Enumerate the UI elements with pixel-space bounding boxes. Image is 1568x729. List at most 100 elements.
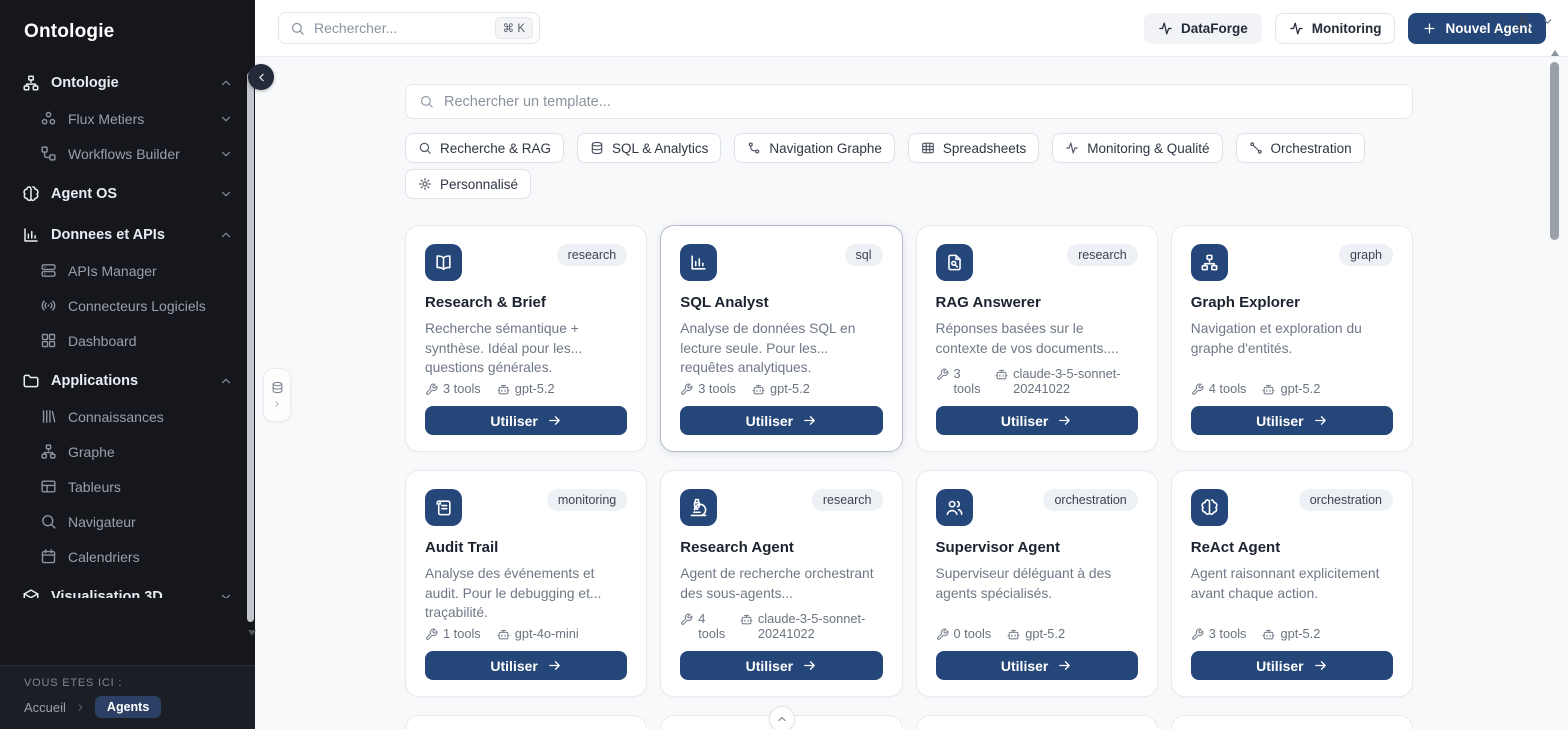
app-brand: Ontologie (24, 21, 115, 42)
model-name: gpt-4o-mini (514, 626, 579, 641)
filter-chip[interactable]: Monitoring & Qualité (1052, 133, 1223, 163)
filter-chip[interactable]: Navigation Graphe (734, 133, 895, 163)
data-drawer-toggle[interactable] (263, 368, 291, 422)
sidebar-scrollbar[interactable] (247, 72, 254, 622)
sidebar-item[interactable]: Connecteurs Logiciels (14, 288, 241, 323)
global-search-input[interactable] (314, 20, 486, 36)
arrow-right-icon (547, 658, 562, 673)
model-name: gpt-5.2 (769, 381, 810, 396)
sidebar-item[interactable]: Calendriers (14, 539, 241, 574)
wrench-icon (680, 613, 693, 626)
card-header: graph (1190, 244, 1393, 281)
sidebar-item-label: Visualisation 3D (51, 589, 163, 598)
you-are-here-label: VOUS ETES ICI : (24, 677, 123, 689)
chevron-icon (219, 590, 233, 598)
topbar-actions: DataForge Monitoring Nouvel Agent (1143, 13, 1546, 44)
sidebar-item[interactable]: Donnees et APIs (14, 217, 241, 253)
card-meta: 3 tools gpt-5.2 (680, 381, 882, 396)
use-template-button[interactable]: Utiliser (1190, 651, 1393, 680)
model-meta: claude-3-5-sonnet-20241022 (995, 366, 1138, 396)
card-title: Graph Explorer (1190, 294, 1300, 311)
card-icon-box (1190, 244, 1228, 281)
card-icon-box (680, 489, 718, 526)
filter-chip-label: SQL & Analytics (612, 140, 709, 156)
card-icon-box (425, 244, 462, 281)
filter-chip-icon (1065, 141, 1079, 155)
sidebar-item[interactable]: Workflows Builder (14, 136, 241, 171)
arrow-right-icon (547, 413, 562, 428)
card-icon-box (1190, 489, 1228, 526)
sidebar: Ontologie Ontologie Flux Metiers Workflo… (0, 0, 255, 729)
sidebar-item-label: APIs Manager (68, 262, 157, 279)
filter-chip[interactable]: Orchestration (1235, 133, 1365, 163)
filter-chip[interactable]: Personnalisé (405, 169, 532, 199)
template-card: monitoring Audit Trail Analyse des événe… (405, 470, 648, 697)
sidebar-item[interactable]: APIs Manager (14, 253, 241, 288)
card-title: SQL Analyst (680, 294, 769, 311)
sidebar-item[interactable]: Navigateur (14, 504, 241, 539)
account-menu-button[interactable] (1515, 13, 1554, 30)
filter-chip-label: Spreadsheets (942, 140, 1027, 156)
sidebar-item[interactable]: Graphe (14, 434, 241, 469)
sidebar-item-label: Dashboard (68, 332, 137, 349)
template-search-input[interactable] (444, 93, 1399, 110)
model-name: gpt-5.2 (514, 381, 555, 396)
tools-count: 4 tools (698, 611, 726, 641)
filter-chip-label: Monitoring & Qualité (1087, 140, 1210, 156)
chevron-right-icon (272, 399, 282, 409)
tools-count: 0 tools (953, 626, 992, 641)
card-title: Audit Trail (425, 539, 499, 556)
sidebar-item[interactable]: Agent OS (14, 176, 241, 212)
use-template-button[interactable]: Utiliser (425, 406, 628, 435)
card-placeholder (1170, 715, 1413, 729)
card-category-badge: research (811, 489, 883, 511)
topbar-button[interactable]: DataForge (1143, 13, 1262, 44)
sidebar-item[interactable]: Flux Metiers (14, 101, 241, 136)
card-header: research (425, 244, 628, 281)
filter-chip[interactable]: SQL & Analytics (577, 133, 722, 163)
sidebar-item[interactable]: Tableurs (14, 469, 241, 504)
main-scroll-up-arrow[interactable] (1551, 50, 1559, 56)
scroll-up-caret-button[interactable] (769, 706, 795, 729)
template-card: research Research & Brief Recherche séma… (405, 225, 648, 452)
sidebar-collapse-button[interactable] (248, 64, 274, 90)
breadcrumb-home-link[interactable]: Accueil (24, 700, 66, 715)
sidebar-item[interactable]: Visualisation 3D (14, 579, 241, 598)
card-header: orchestration (1190, 489, 1393, 526)
use-template-button[interactable]: Utiliser (935, 651, 1138, 680)
templates-panel: Recherche & RAG SQL & Analytics Navigati… (405, 84, 1413, 729)
use-template-button[interactable]: Utiliser (425, 651, 628, 680)
card-description: Navigation et exploration du graphe d'en… (1190, 321, 1362, 356)
breadcrumb-current-badge: Agents (94, 696, 162, 718)
sidebar-item[interactable]: Applications (14, 363, 241, 399)
template-card: sql SQL Analyst Analyse de données SQL e… (660, 225, 903, 452)
topbar: ⌘ K DataForge Monitoring Nouvel Agent (255, 0, 1568, 57)
use-template-button[interactable]: Utiliser (1190, 406, 1393, 435)
topbar-button[interactable]: Monitoring (1274, 13, 1396, 44)
sidebar-item-icon (40, 262, 57, 279)
search-icon (290, 21, 305, 36)
card-meta: 4 tools gpt-5.2 (1191, 381, 1393, 396)
use-template-label: Utiliser (490, 657, 538, 674)
filter-chip[interactable]: Recherche & RAG (405, 133, 565, 163)
chevron-icon (219, 374, 233, 388)
agents-templates-page: { "colors": { "accent_navy": "#254678", … (0, 0, 1568, 729)
main-scrollbar[interactable] (1550, 62, 1559, 240)
sidebar-item[interactable]: Ontologie (14, 65, 241, 101)
search-icon (419, 94, 434, 109)
chevron-icon (219, 147, 233, 161)
card-placeholder (915, 715, 1158, 729)
card-description: Agent de recherche orchestrant des sous-… (680, 566, 874, 601)
use-template-button[interactable]: Utiliser (935, 406, 1138, 435)
card-category-badge: orchestration (1043, 489, 1138, 511)
tools-meta: 3 tools (680, 381, 736, 396)
use-template-button[interactable]: Utiliser (680, 651, 883, 680)
sidebar-scroll-down-arrow[interactable] (248, 630, 256, 636)
card-category-badge: sql (844, 244, 883, 266)
filter-chip[interactable]: Spreadsheets (907, 133, 1040, 163)
sidebar-item[interactable]: Connaissances (14, 399, 241, 434)
use-template-button[interactable]: Utiliser (680, 406, 883, 435)
filter-chip-icon (747, 141, 761, 155)
filter-chip-label: Recherche & RAG (440, 140, 552, 156)
sidebar-item[interactable]: Dashboard (14, 323, 241, 358)
